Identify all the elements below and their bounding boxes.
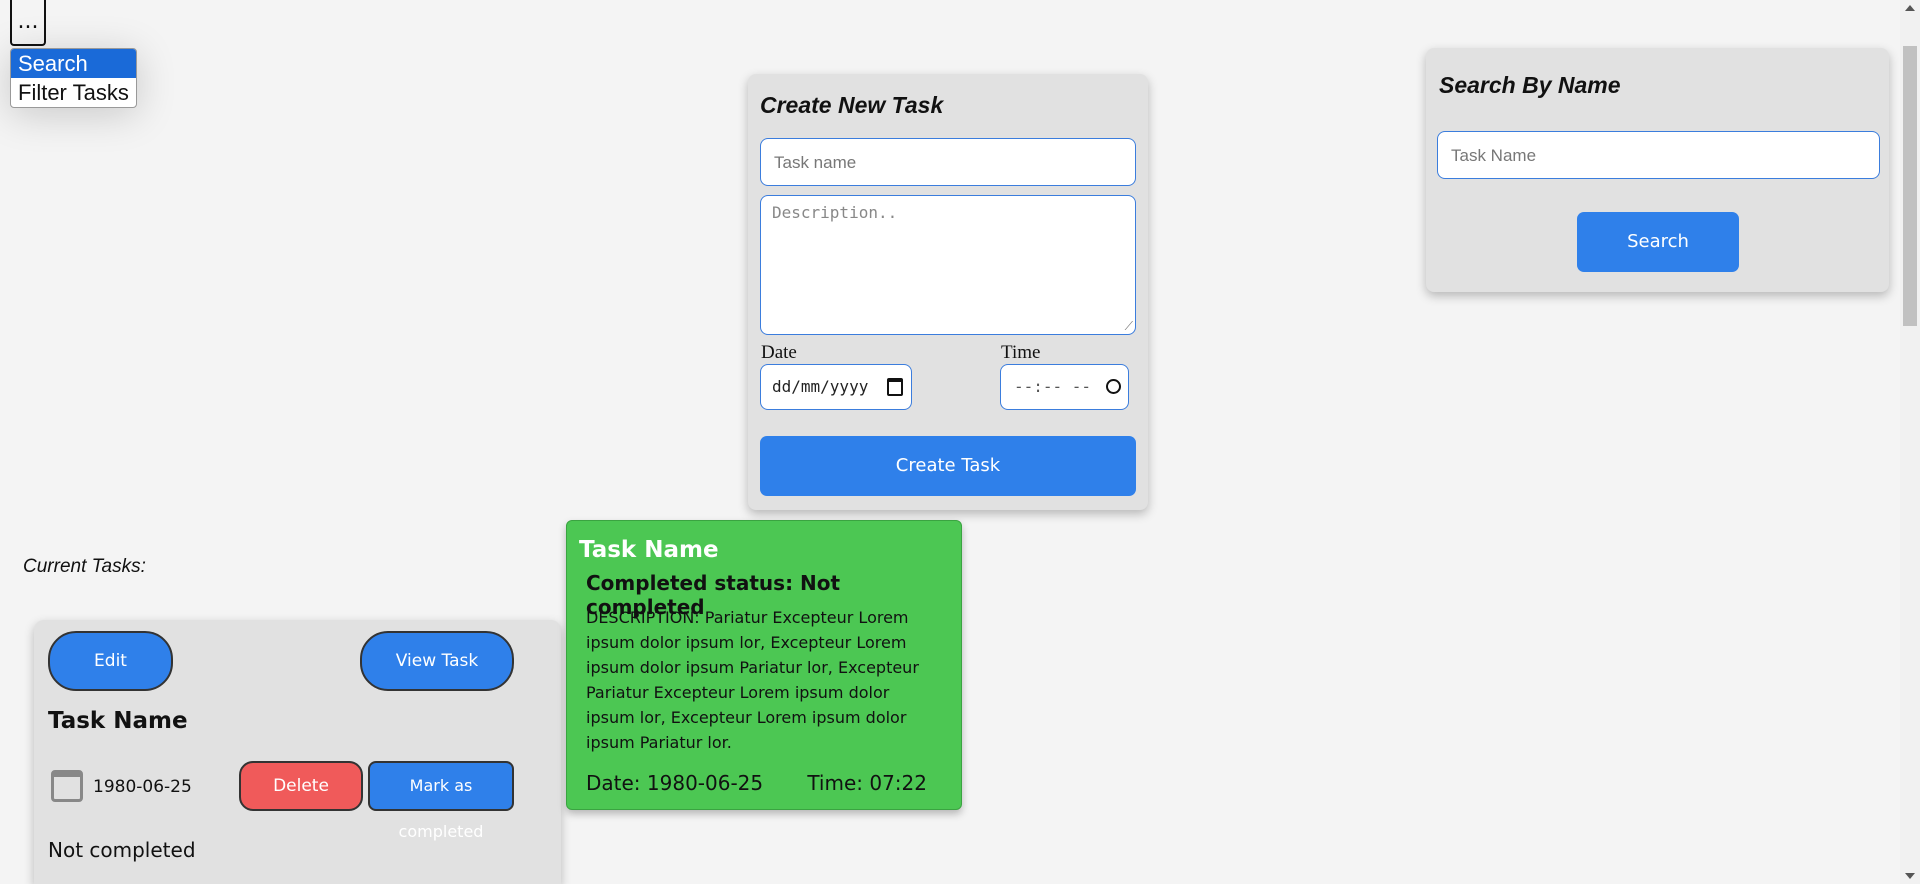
current-tasks-heading: Current Tasks: [23,556,146,577]
date-label: Date [761,342,797,363]
scroll-down-arrow-icon[interactable] [1905,873,1915,879]
detail-time: Time: 07:22 [807,771,927,795]
scrollbar-thumb[interactable] [1903,46,1917,326]
time-input[interactable]: --:-- -- [1000,364,1129,410]
description-textarea[interactable]: Description.. ⟋ [760,195,1136,335]
calendar-icon [51,770,83,802]
task-name-input[interactable]: Task name [760,138,1136,186]
time-label: Time [1001,342,1041,363]
task-card: Edit View Task Task Name 1980-06-25 Dele… [34,620,561,884]
search-button[interactable]: Search [1577,212,1739,272]
search-panel: Search By Name Task Name Search [1426,48,1889,292]
view-task-button[interactable]: View Task [360,631,514,691]
search-name-input[interactable]: Task Name [1437,131,1880,179]
menu-item-search[interactable]: Search [11,49,136,78]
detail-date: Date: 1980-06-25 [586,771,764,795]
resize-handle-icon[interactable]: ⟋ [1125,319,1133,334]
edit-button[interactable]: Edit [48,631,173,691]
scroll-up-arrow-icon[interactable] [1905,5,1915,11]
task-card-status: Not completed [48,838,196,862]
time-value: --:-- -- [1014,377,1092,396]
detail-description: DESCRIPTION: Pariatur Excepteur Lorem ip… [586,608,919,752]
menu-dropdown: Search Filter Tasks [10,48,137,108]
menu-toggle-button[interactable]: ... [10,0,46,46]
date-input[interactable]: dd/mm/yyyy [760,364,912,410]
search-name-placeholder: Task Name [1451,146,1537,165]
task-name-placeholder: Task name [774,153,857,172]
search-title: Search By Name [1439,72,1621,98]
create-task-panel: Create New Task Task name Description.. … [748,74,1148,510]
task-card-name: Task Name [48,708,188,734]
description-placeholder: Description.. [772,203,898,222]
menu-item-filter-tasks[interactable]: Filter Tasks [11,78,136,107]
delete-button[interactable]: Delete [239,761,363,811]
task-card-date: 1980-06-25 [93,777,192,797]
create-task-title: Create New Task [760,92,944,118]
calendar-icon[interactable] [887,378,903,396]
clock-icon[interactable] [1106,379,1121,394]
task-detail-card: Task Name Completed status: Not complete… [566,520,962,810]
scrollbar[interactable] [1900,0,1920,884]
detail-task-name: Task Name [579,537,719,563]
mark-completed-button[interactable]: Mark as completed [368,761,514,841]
create-task-button[interactable]: Create Task [760,436,1136,496]
date-value: dd/mm/yyyy [772,377,869,396]
